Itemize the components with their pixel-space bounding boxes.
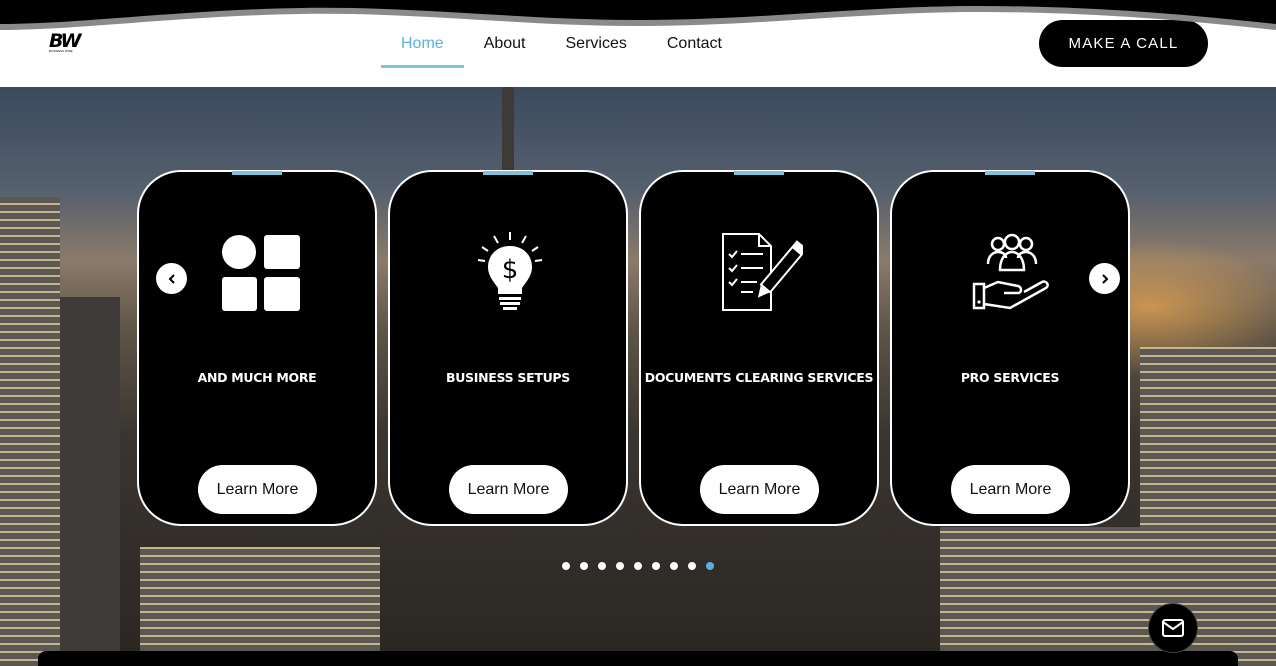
- carousel-dot-3[interactable]: [598, 562, 606, 570]
- card-accent-bar: [985, 171, 1035, 175]
- building-bottom-right: [940, 527, 1140, 666]
- svg-text:$: $: [502, 255, 519, 285]
- bottom-panel-edge: [38, 651, 1238, 666]
- learn-more-button[interactable]: Learn More: [700, 465, 819, 514]
- card-title: AND MUCH MORE: [197, 370, 317, 385]
- floating-mail-button[interactable]: [1148, 603, 1198, 653]
- carousel-next-button[interactable]: [1089, 263, 1120, 294]
- learn-more-button[interactable]: Learn More: [449, 465, 568, 514]
- chevron-left-icon: [168, 273, 175, 284]
- card-title: BUSINESS SETUPS: [445, 370, 570, 385]
- card-title: DOCUMENTS CLEARING SERVICES: [644, 370, 874, 385]
- card-title: PRO SERVICES: [960, 370, 1060, 385]
- document-pen-icon: [722, 233, 803, 311]
- people-hand-icon: [972, 233, 1049, 310]
- chevron-right-icon: [1101, 273, 1108, 284]
- service-card-and-much-more: AND MUCH MORE Learn More: [137, 170, 377, 526]
- card-accent-bar: [734, 171, 784, 175]
- carousel-dot-7[interactable]: [670, 562, 678, 570]
- header-wave-decoration: [0, 0, 1276, 30]
- carousel-prev-button[interactable]: [156, 263, 187, 294]
- carousel-dot-4[interactable]: [616, 562, 624, 570]
- carousel-dot-1[interactable]: [562, 562, 570, 570]
- learn-more-button[interactable]: Learn More: [951, 465, 1070, 514]
- mail-icon: [1162, 619, 1184, 637]
- service-card-pro-services: PRO SERVICES Learn More: [890, 170, 1130, 526]
- carousel-dot-6[interactable]: [652, 562, 660, 570]
- card-accent-bar: [483, 171, 533, 175]
- lightbulb-dollar-icon: $: [477, 232, 543, 310]
- building-left-tower: [0, 197, 60, 666]
- service-card-documents-clearing: DOCUMENTS CLEARING SERVICES Learn More: [639, 170, 879, 526]
- grid-shapes-icon: [222, 235, 300, 311]
- logo-subtext: BUSINESS WISE: [49, 49, 73, 53]
- learn-more-button[interactable]: Learn More: [198, 465, 317, 514]
- carousel-dot-8[interactable]: [688, 562, 696, 570]
- building-bottom-center: [140, 547, 380, 666]
- carousel-dot-9[interactable]: [706, 562, 714, 570]
- building-left-tower-2: [60, 297, 120, 666]
- service-card-business-setups: $ BUSINESS SETUPS Learn More: [388, 170, 628, 526]
- carousel-pagination: [562, 562, 714, 570]
- carousel-dot-5[interactable]: [634, 562, 642, 570]
- carousel-dot-2[interactable]: [580, 562, 588, 570]
- card-accent-bar: [232, 171, 282, 175]
